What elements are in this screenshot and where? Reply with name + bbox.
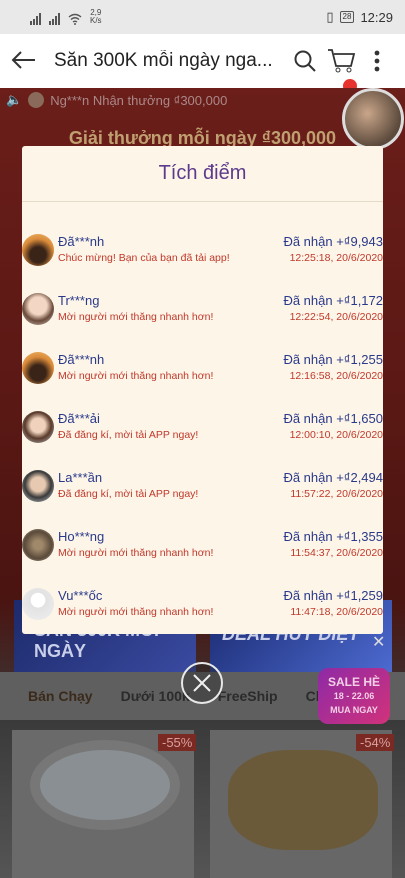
- search-icon[interactable]: [287, 43, 323, 79]
- reward-amount: Đã nhận +₫1,172: [283, 293, 383, 308]
- clock: 12:29: [360, 9, 393, 25]
- reward-time: 11:54:37, 20/6/2020: [290, 547, 383, 559]
- reward-time: 11:47:18, 20/6/2020: [290, 606, 383, 618]
- user-name: Tr***ng: [58, 293, 100, 308]
- reward-amount: Đã nhận +₫1,355: [283, 529, 383, 544]
- user-avatar: [22, 234, 54, 266]
- reward-row: Tr***ng Mời người mới thăng nhanh hơn! Đã …: [22, 285, 383, 333]
- product-card-left[interactable]: [12, 730, 194, 878]
- reward-row: Ho***ng Mời người mới thăng nhanh hơn! Đã …: [22, 521, 383, 569]
- reward-message: Chúc mừng! Bạn của bạn đã tải app!: [58, 252, 230, 264]
- reward-ticker: 🔈 Ng***n Nhận thưởng ₫300,000: [6, 92, 227, 108]
- sale-badge[interactable]: SALE HÈ 18 - 22.06 MUA NGAY: [318, 668, 390, 724]
- signal-icon: [30, 13, 41, 25]
- close-circle-icon[interactable]: [181, 662, 223, 704]
- close-icon[interactable]: ✕: [372, 632, 385, 652]
- user-avatar: [22, 293, 54, 325]
- tab-ban-chay[interactable]: Bán Chạy: [28, 688, 93, 704]
- reward-row: Đã***ải Đã đăng kí, mời tải APP ngay! Đã n…: [22, 403, 383, 451]
- ticker-avatar: [28, 92, 45, 108]
- battery-icon: 28: [339, 11, 355, 23]
- app-header: Săn 300K mỗi ngày nga...: [0, 34, 405, 93]
- floating-avatar[interactable]: [342, 88, 404, 150]
- reward-row: Đã***nh Chúc mừng! Bạn của bạn đã tải app…: [22, 226, 383, 274]
- reward-amount: Đã nhận +₫1,255: [283, 352, 383, 367]
- user-name: Đã***nh: [58, 234, 105, 249]
- discount-badge: -55%: [158, 734, 197, 751]
- discount-badge: -54%: [356, 734, 395, 751]
- user-avatar: [22, 470, 54, 502]
- reward-amount: Đã nhận +₫9,943: [283, 234, 383, 249]
- reward-message: Đã đăng kí, mời tải APP ngay!: [58, 429, 199, 441]
- sale-badge-line2: 18 - 22.06: [333, 691, 375, 701]
- user-avatar: [22, 588, 54, 620]
- status-bar: 2,9 K/s ▯ 28 12:29: [0, 0, 405, 34]
- reward-row: Đã***nh Mời người mới thăng nhanh hơn! Đã …: [22, 344, 383, 392]
- reward-message: Mời người mới thăng nhanh hơn!: [58, 311, 214, 323]
- points-modal: Tích điểm Đã***nh Chúc mừng! Bạn của bạn …: [22, 146, 383, 634]
- user-name: La***ần: [58, 470, 103, 485]
- signal-icon-2: [49, 13, 60, 25]
- reward-message: Mời người mới thăng nhanh hơn!: [58, 547, 214, 559]
- page-title: Săn 300K mỗi ngày nga...: [54, 50, 273, 71]
- reward-time: 12:00:10, 20/6/2020: [289, 429, 383, 441]
- user-name: Đã***nh: [58, 352, 105, 367]
- user-name: Vu***ốc: [58, 588, 103, 603]
- reward-time: 12:22:54, 20/6/2020: [289, 311, 383, 323]
- tab-freeship[interactable]: FreeShip: [218, 688, 278, 704]
- reward-amount: Đã nhận +₫1,650: [283, 411, 383, 426]
- user-avatar: [22, 352, 54, 384]
- modal-title: Tích điểm: [22, 146, 383, 202]
- reward-message: Đã đăng kí, mời tải APP ngay!: [58, 488, 199, 500]
- user-name: Ho***ng: [58, 529, 105, 544]
- arrow-left-icon[interactable]: [10, 47, 46, 75]
- reward-time: 12:16:58, 20/6/2020: [289, 370, 383, 382]
- vibrate-icon: ▯: [326, 9, 334, 24]
- reward-row: Vu***ốc Mời người mới thăng nhanh hơn! Đã …: [22, 580, 383, 628]
- tab-duoi-100k[interactable]: Dưới 100k: [121, 688, 190, 704]
- ticker-text: Ng***n Nhận thưởng ₫300,000: [50, 92, 228, 108]
- product-image: [228, 750, 378, 850]
- product-card-right[interactable]: [210, 730, 392, 878]
- sale-badge-line1: SALE HÈ: [327, 675, 380, 689]
- wifi-icon: [68, 13, 82, 25]
- reward-time: 11:57:22, 20/6/2020: [290, 488, 383, 500]
- sale-badge-line3: MUA NGAY: [330, 705, 378, 715]
- cart-icon[interactable]: [323, 43, 359, 93]
- user-name: Đã***ải: [58, 411, 100, 426]
- user-avatar: [22, 411, 54, 443]
- reward-amount: Đã nhận +₫2,494: [283, 470, 383, 485]
- product-image: [30, 740, 180, 830]
- signal-group: 2,9 K/s: [30, 9, 102, 25]
- network-speed: 2,9 K/s: [90, 8, 102, 25]
- user-avatar: [22, 529, 54, 561]
- speaker-icon: 🔈: [6, 92, 23, 107]
- reward-amount: Đã nhận +₫1,259: [283, 588, 383, 603]
- reward-time: 12:25:18, 20/6/2020: [289, 252, 383, 264]
- reward-row: La***ần Đã đăng kí, mời tải APP ngay! Đã n…: [22, 462, 383, 510]
- reward-message: Mời người mới thăng nhanh hơn!: [58, 370, 214, 382]
- reward-message: Mời người mới thăng nhanh hơn!: [58, 606, 214, 618]
- more-vertical-icon[interactable]: [359, 43, 395, 79]
